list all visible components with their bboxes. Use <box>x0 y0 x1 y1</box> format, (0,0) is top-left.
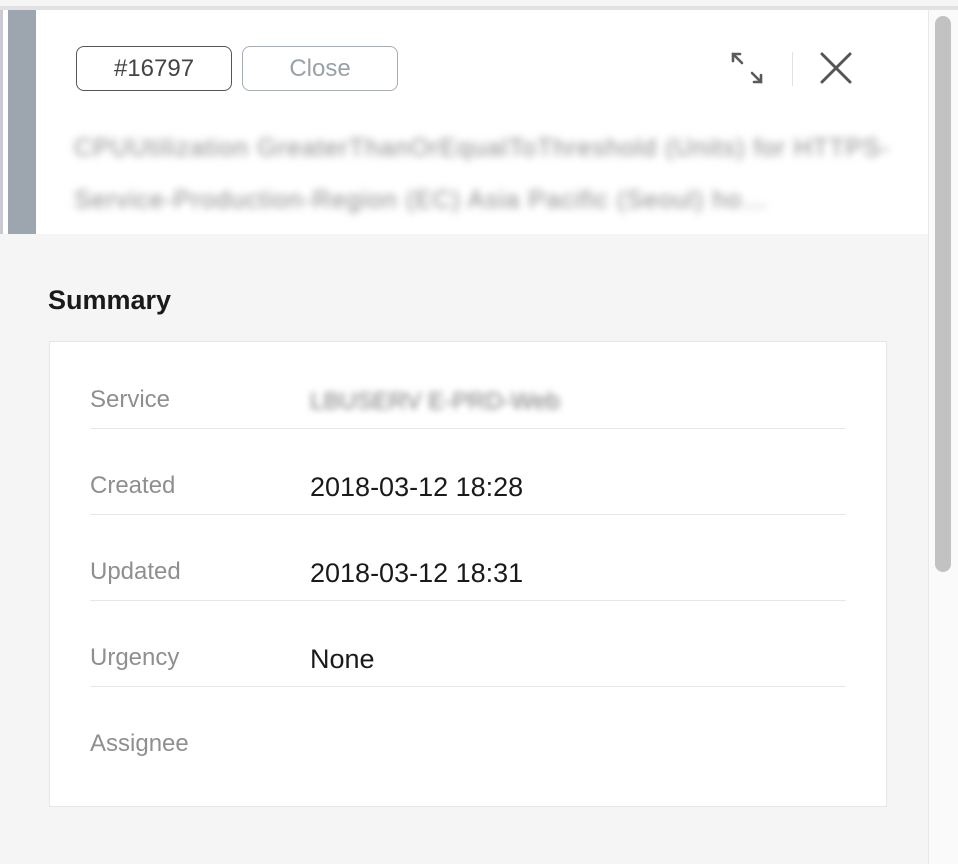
incident-header: #16797 Close CPUUtilization GreaterThanO… <box>36 10 928 234</box>
service-value[interactable]: LBUSERV E-PRD-Web <box>310 388 560 416</box>
summary-row-created: Created 2018-03-12 18:28 <box>90 428 846 515</box>
incident-id-badge: #16797 <box>76 46 232 91</box>
severity-indicator-bar <box>8 10 36 234</box>
left-panel-edge-line <box>0 10 3 234</box>
summary-row-updated: Updated 2018-03-12 18:31 <box>90 514 846 601</box>
expand-icon[interactable] <box>729 50 765 86</box>
summary-row-assignee: Assignee <box>90 686 846 772</box>
left-panel-edge <box>0 10 36 234</box>
summary-heading: Summary <box>48 285 172 315</box>
updated-value: 2018-03-12 18:31 <box>310 558 524 588</box>
urgency-value: None <box>310 644 375 674</box>
scrollbar-thumb[interactable] <box>935 16 951 572</box>
summary-row-urgency: Urgency None <box>90 600 846 687</box>
incident-title: CPUUtilization GreaterThanOrEqualToThres… <box>74 134 891 214</box>
summary-card: Service LBUSERV E-PRD-Web Created 2018-0… <box>49 341 887 807</box>
close-incident-button[interactable]: Close <box>242 46 398 91</box>
header-icon-divider <box>792 52 793 86</box>
service-label: Service <box>90 386 171 413</box>
updated-label: Updated <box>90 558 181 585</box>
assignee-label: Assignee <box>90 730 189 757</box>
urgency-label: Urgency <box>90 644 180 671</box>
created-value: 2018-03-12 18:28 <box>310 472 524 502</box>
summary-row-service: Service LBUSERV E-PRD-Web <box>90 342 846 429</box>
close-icon[interactable] <box>818 50 854 86</box>
created-label: Created <box>90 472 176 499</box>
